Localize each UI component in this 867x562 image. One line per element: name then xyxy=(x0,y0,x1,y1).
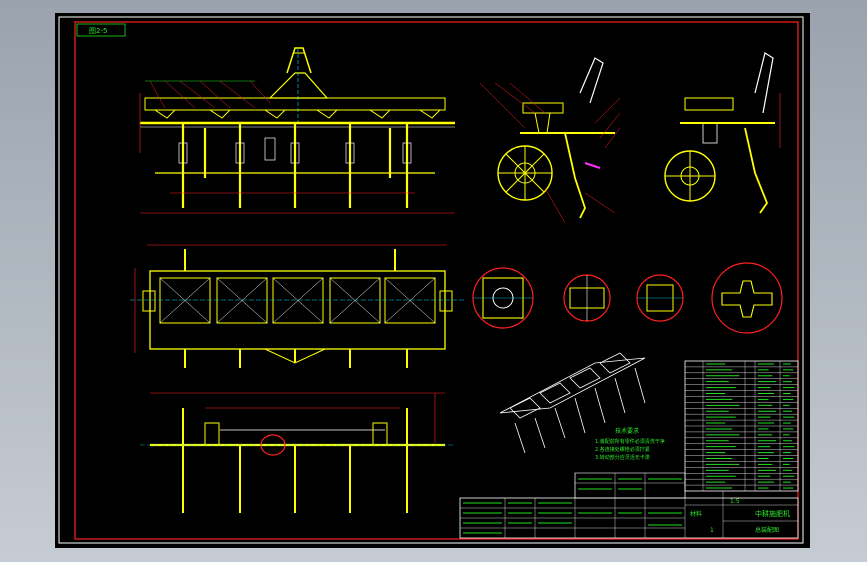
bill-of-materials xyxy=(684,360,799,492)
notes-title: 技术要求 xyxy=(615,427,639,435)
drawing-tag: 图2-5 xyxy=(76,23,126,37)
notes-line-3: 3.转动部分应灵活无卡滞 xyxy=(595,454,650,461)
title-block-title: 中耕施肥机 xyxy=(755,509,790,518)
title-block: 中耕施肥机 总装配图 材料 1:5 1 xyxy=(459,472,799,539)
title-block-sheet: 1 xyxy=(710,527,714,534)
title-block-material: 材料 xyxy=(690,510,702,518)
rear-view xyxy=(140,392,455,513)
drawing-tag-label: 图2-5 xyxy=(89,27,107,35)
notes-line-2: 2.各连接处螺栓必须拧紧 xyxy=(595,446,650,453)
notes-line-1: 1.装配前所有零件必须清洗干净 xyxy=(595,438,665,445)
front-view xyxy=(139,47,455,214)
outer-border xyxy=(58,16,804,544)
isometric-view xyxy=(499,352,646,454)
side-view-b xyxy=(664,52,781,214)
side-view-a xyxy=(479,57,621,224)
assembly-drawing: 图2-5 技术要求 1.装配前所有零件必须清洗干净 2.各连接处螺栓必须拧紧 3… xyxy=(58,16,804,544)
section-details xyxy=(472,262,783,334)
title-block-subtitle: 总装配图 xyxy=(755,526,779,534)
title-block-scale: 1:5 xyxy=(730,498,740,505)
cad-viewport[interactable]: 图2-5 技术要求 1.装配前所有零件必须清洗干净 2.各连接处螺栓必须拧紧 3… xyxy=(55,13,810,548)
technical-notes: 技术要求 1.装配前所有零件必须清洗干净 2.各连接处螺栓必须拧紧 3.转动部分… xyxy=(595,427,665,461)
top-view xyxy=(130,244,465,368)
